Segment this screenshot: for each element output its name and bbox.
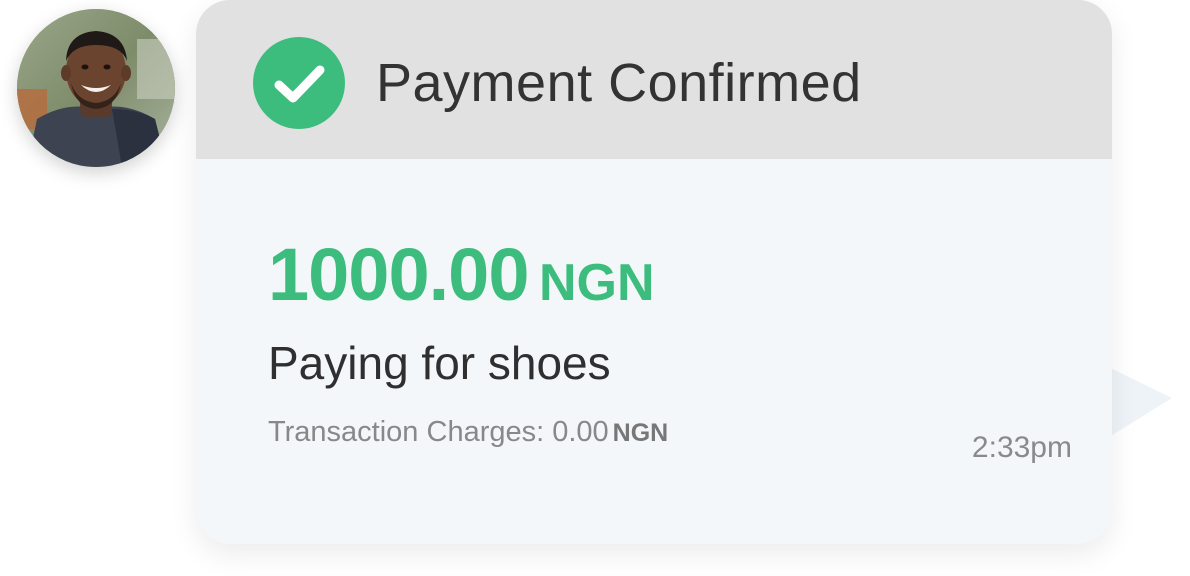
transaction-charges: Transaction Charges: 0.00 NGN bbox=[268, 416, 668, 449]
card-header: Payment Confirmed bbox=[196, 0, 1112, 159]
message-timestamp: 2:33pm bbox=[971, 431, 1072, 464]
charges-currency: NGN bbox=[612, 419, 669, 447]
amount-currency: NGN bbox=[538, 254, 655, 312]
amount-value: 1000.00 bbox=[268, 233, 529, 316]
payment-message-card[interactable]: Payment Confirmed 1000.00 NGN Paying for… bbox=[196, 0, 1112, 544]
payment-status-title: Payment Confirmed bbox=[376, 53, 862, 113]
payment-description: Paying for shoes bbox=[268, 337, 611, 389]
payment-amount: 1000.00 NGN bbox=[268, 232, 655, 317]
avatar-photo bbox=[17, 9, 175, 167]
charges-label: Transaction Charges: 0.00 bbox=[268, 416, 609, 448]
avatar[interactable] bbox=[17, 9, 175, 167]
check-circle-icon bbox=[253, 37, 345, 129]
